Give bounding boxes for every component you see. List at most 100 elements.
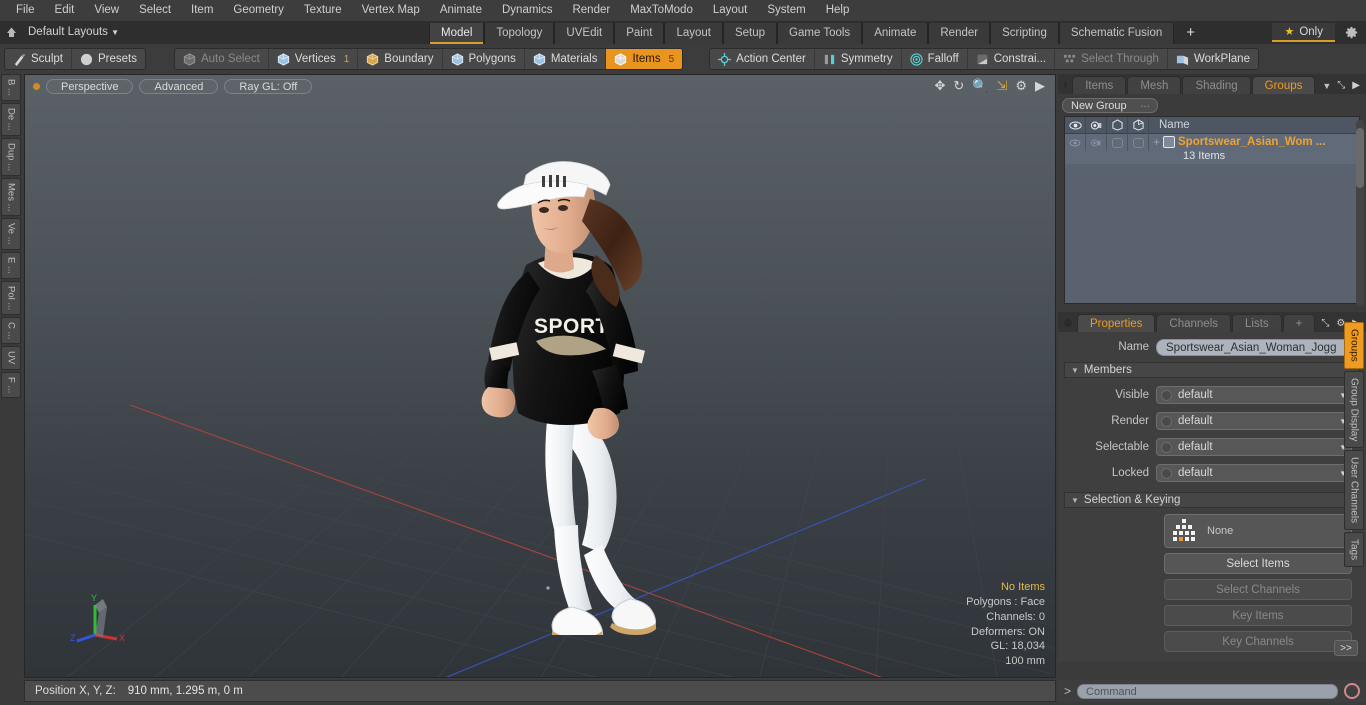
layout-tab-scripting[interactable]: Scripting <box>990 23 1059 44</box>
fit-icon[interactable]: ⇲ <box>996 79 1007 92</box>
item-list[interactable]: Name + Sportswear_Asian_Wom ... 13 Items <box>1064 116 1360 304</box>
menu-item-layout[interactable]: Layout <box>703 0 758 21</box>
toolbar-button-constrai[interactable]: Constrai... <box>968 49 1056 69</box>
properties-tab-properties[interactable]: Properties <box>1077 314 1156 332</box>
properties-tab-[interactable]: + <box>1282 314 1316 332</box>
menu-item-help[interactable]: Help <box>816 0 860 21</box>
button-select-items[interactable]: Select Items <box>1164 553 1352 574</box>
toolbar-button-select-through[interactable]: Select Through <box>1055 49 1168 69</box>
toolbar-button-vertices[interactable]: Vertices 1 <box>269 49 359 69</box>
toolbar-button-symmetry[interactable]: Symmetry <box>815 49 902 69</box>
layout-tab-animate[interactable]: Animate <box>862 23 929 44</box>
left-rail-tab-8[interactable]: UV <box>1 346 21 370</box>
record-icon[interactable] <box>1344 683 1360 699</box>
right-panel-tab-mesh[interactable]: Mesh ... <box>1127 76 1182 110</box>
render-icon[interactable] <box>1086 116 1107 134</box>
left-rail-tab-2[interactable]: Dup ... <box>1 137 21 176</box>
toggle-knob[interactable] <box>1161 415 1172 427</box>
expand-panel-button[interactable]: >> <box>1334 640 1358 656</box>
name-field[interactable]: Sportswear_Asian_Woman_Jogg <box>1156 338 1352 356</box>
home-icon[interactable] <box>0 22 22 43</box>
viewport-shading-button[interactable]: Advanced <box>139 78 219 94</box>
right-rail-tab-group-display[interactable]: Group Display <box>1344 370 1364 449</box>
right-rail-tab-tags[interactable]: Tags <box>1344 532 1364 568</box>
menu-item-select[interactable]: Select <box>129 0 181 21</box>
members-section-header[interactable]: ▼ Members <box>1064 362 1360 378</box>
menu-item-system[interactable]: System <box>757 0 815 21</box>
toolbar-button-materials[interactable]: Materials <box>525 49 607 69</box>
left-rail-tab-6[interactable]: Pol ... <box>1 280 21 315</box>
left-rail-tab-4[interactable]: Ve ... <box>1 218 21 250</box>
menu-item-maxtomodo[interactable]: MaxToModo <box>620 0 703 21</box>
row-select-toggle[interactable] <box>1128 134 1149 151</box>
properties-tab-channels[interactable]: Channels <box>1156 314 1232 332</box>
left-rail-tab-0[interactable]: B ... <box>1 74 21 101</box>
expand-icon[interactable]: + <box>1153 135 1160 149</box>
menu-item-animate[interactable]: Animate <box>430 0 492 21</box>
viewport-raygl-button[interactable]: Ray GL: Off <box>224 78 313 94</box>
layout-tab-schematic-fusion[interactable]: Schematic Fusion <box>1058 23 1175 44</box>
member-dropdown-selectable[interactable]: default ▼ <box>1156 438 1352 456</box>
item-name[interactable]: Sportswear_Asian_Wom ... <box>1178 136 1325 148</box>
add-layout-tab-button[interactable]: + <box>1174 23 1207 44</box>
table-row[interactable]: + Sportswear_Asian_Wom ... 13 Items <box>1065 134 1359 164</box>
axis-gizmo[interactable]: Y X Z <box>69 585 139 655</box>
left-rail-tab-7[interactable]: C ... <box>1 316 21 345</box>
chevron-down-icon[interactable]: ▼ <box>1322 81 1331 91</box>
eye-icon[interactable] <box>1065 116 1086 134</box>
menu-item-dynamics[interactable]: Dynamics <box>492 0 562 21</box>
move-icon[interactable]: ✥ <box>934 79 945 92</box>
left-rail-tab-9[interactable]: F ... <box>1 371 21 398</box>
row-render-icon[interactable] <box>1086 134 1107 151</box>
left-rail-tab-1[interactable]: De ... <box>1 102 21 136</box>
layout-tab-uvedit[interactable]: UVEdit <box>554 23 615 44</box>
menu-item-geometry[interactable]: Geometry <box>223 0 294 21</box>
right-rail-tab-user-channels[interactable]: User Channels <box>1344 450 1364 531</box>
menu-item-edit[interactable]: Edit <box>45 0 85 21</box>
menu-item-file[interactable]: File <box>6 0 45 21</box>
layout-tab-game-tools[interactable]: Game Tools <box>777 23 863 44</box>
right-panel-tab-shading[interactable]: Shading <box>1182 76 1251 94</box>
play-icon[interactable]: ▶ <box>1035 79 1045 92</box>
toggle-knob[interactable] <box>1161 467 1172 479</box>
gear-icon[interactable]: ⚙ <box>1015 79 1027 92</box>
toolbar-button-workplane[interactable]: WorkPlane <box>1168 49 1258 69</box>
menu-item-render[interactable]: Render <box>562 0 620 21</box>
right-rail-tab-groups[interactable]: Groups <box>1344 322 1364 369</box>
rotate-icon[interactable]: ↻ <box>953 79 964 92</box>
layout-tab-render[interactable]: Render <box>928 23 991 44</box>
default-layouts-dropdown[interactable]: Default Layouts ▼ <box>22 22 129 43</box>
toolbar-button-items[interactable]: Items 5 <box>606 49 683 69</box>
toggle-knob[interactable] <box>1161 441 1172 453</box>
3d-model-sportswear-asian-woman-jogger[interactable]: SPORT <box>430 115 690 635</box>
row-visible-toggle[interactable] <box>1107 134 1128 151</box>
right-panel-tab-items[interactable]: Items <box>1072 76 1127 94</box>
item-list-scrollbar[interactable] <box>1356 120 1364 306</box>
toolbar-button-action-center[interactable]: Action Center <box>710 49 815 69</box>
row-eye-icon[interactable] <box>1065 134 1086 151</box>
selection-keying-section-header[interactable]: ▼ Selection & Keying <box>1064 492 1360 508</box>
expand-icon[interactable]: ⤡ <box>1321 318 1329 329</box>
toolbar-button-boundary[interactable]: Boundary <box>358 49 443 69</box>
toolbar-button-polygons[interactable]: Polygons <box>443 49 525 69</box>
layout-tab-topology[interactable]: Topology <box>484 23 555 44</box>
selection-set-dropdown[interactable]: None <box>1164 514 1352 548</box>
member-dropdown-render[interactable]: default▼ <box>1156 412 1352 430</box>
cube-select-icon[interactable] <box>1128 116 1149 134</box>
gear-icon[interactable] <box>1342 24 1360 41</box>
menu-item-vertex-map[interactable]: Vertex Map <box>352 0 430 21</box>
right-panel-tab-groups[interactable]: Groups <box>1251 76 1316 94</box>
layout-tab-layout[interactable]: Layout <box>664 23 723 44</box>
zoom-icon[interactable]: 🔍 <box>972 79 988 92</box>
toolbar-button-falloff[interactable]: Falloff <box>902 49 968 69</box>
layout-tab-paint[interactable]: Paint <box>614 23 665 44</box>
expand-icon[interactable]: ⤡ <box>1337 80 1345 91</box>
left-rail-tab-5[interactable]: E ... <box>1 251 21 279</box>
command-input[interactable]: Command <box>1077 683 1338 699</box>
only-button[interactable]: ★ Only <box>1272 23 1335 42</box>
layout-tab-model[interactable]: Model <box>429 23 485 44</box>
toolbar-button-sculpt[interactable]: Sculpt <box>5 49 72 69</box>
play-icon[interactable]: ▶ <box>1352 80 1360 91</box>
properties-tab-lists[interactable]: Lists <box>1232 314 1282 332</box>
menu-item-view[interactable]: View <box>84 0 129 21</box>
